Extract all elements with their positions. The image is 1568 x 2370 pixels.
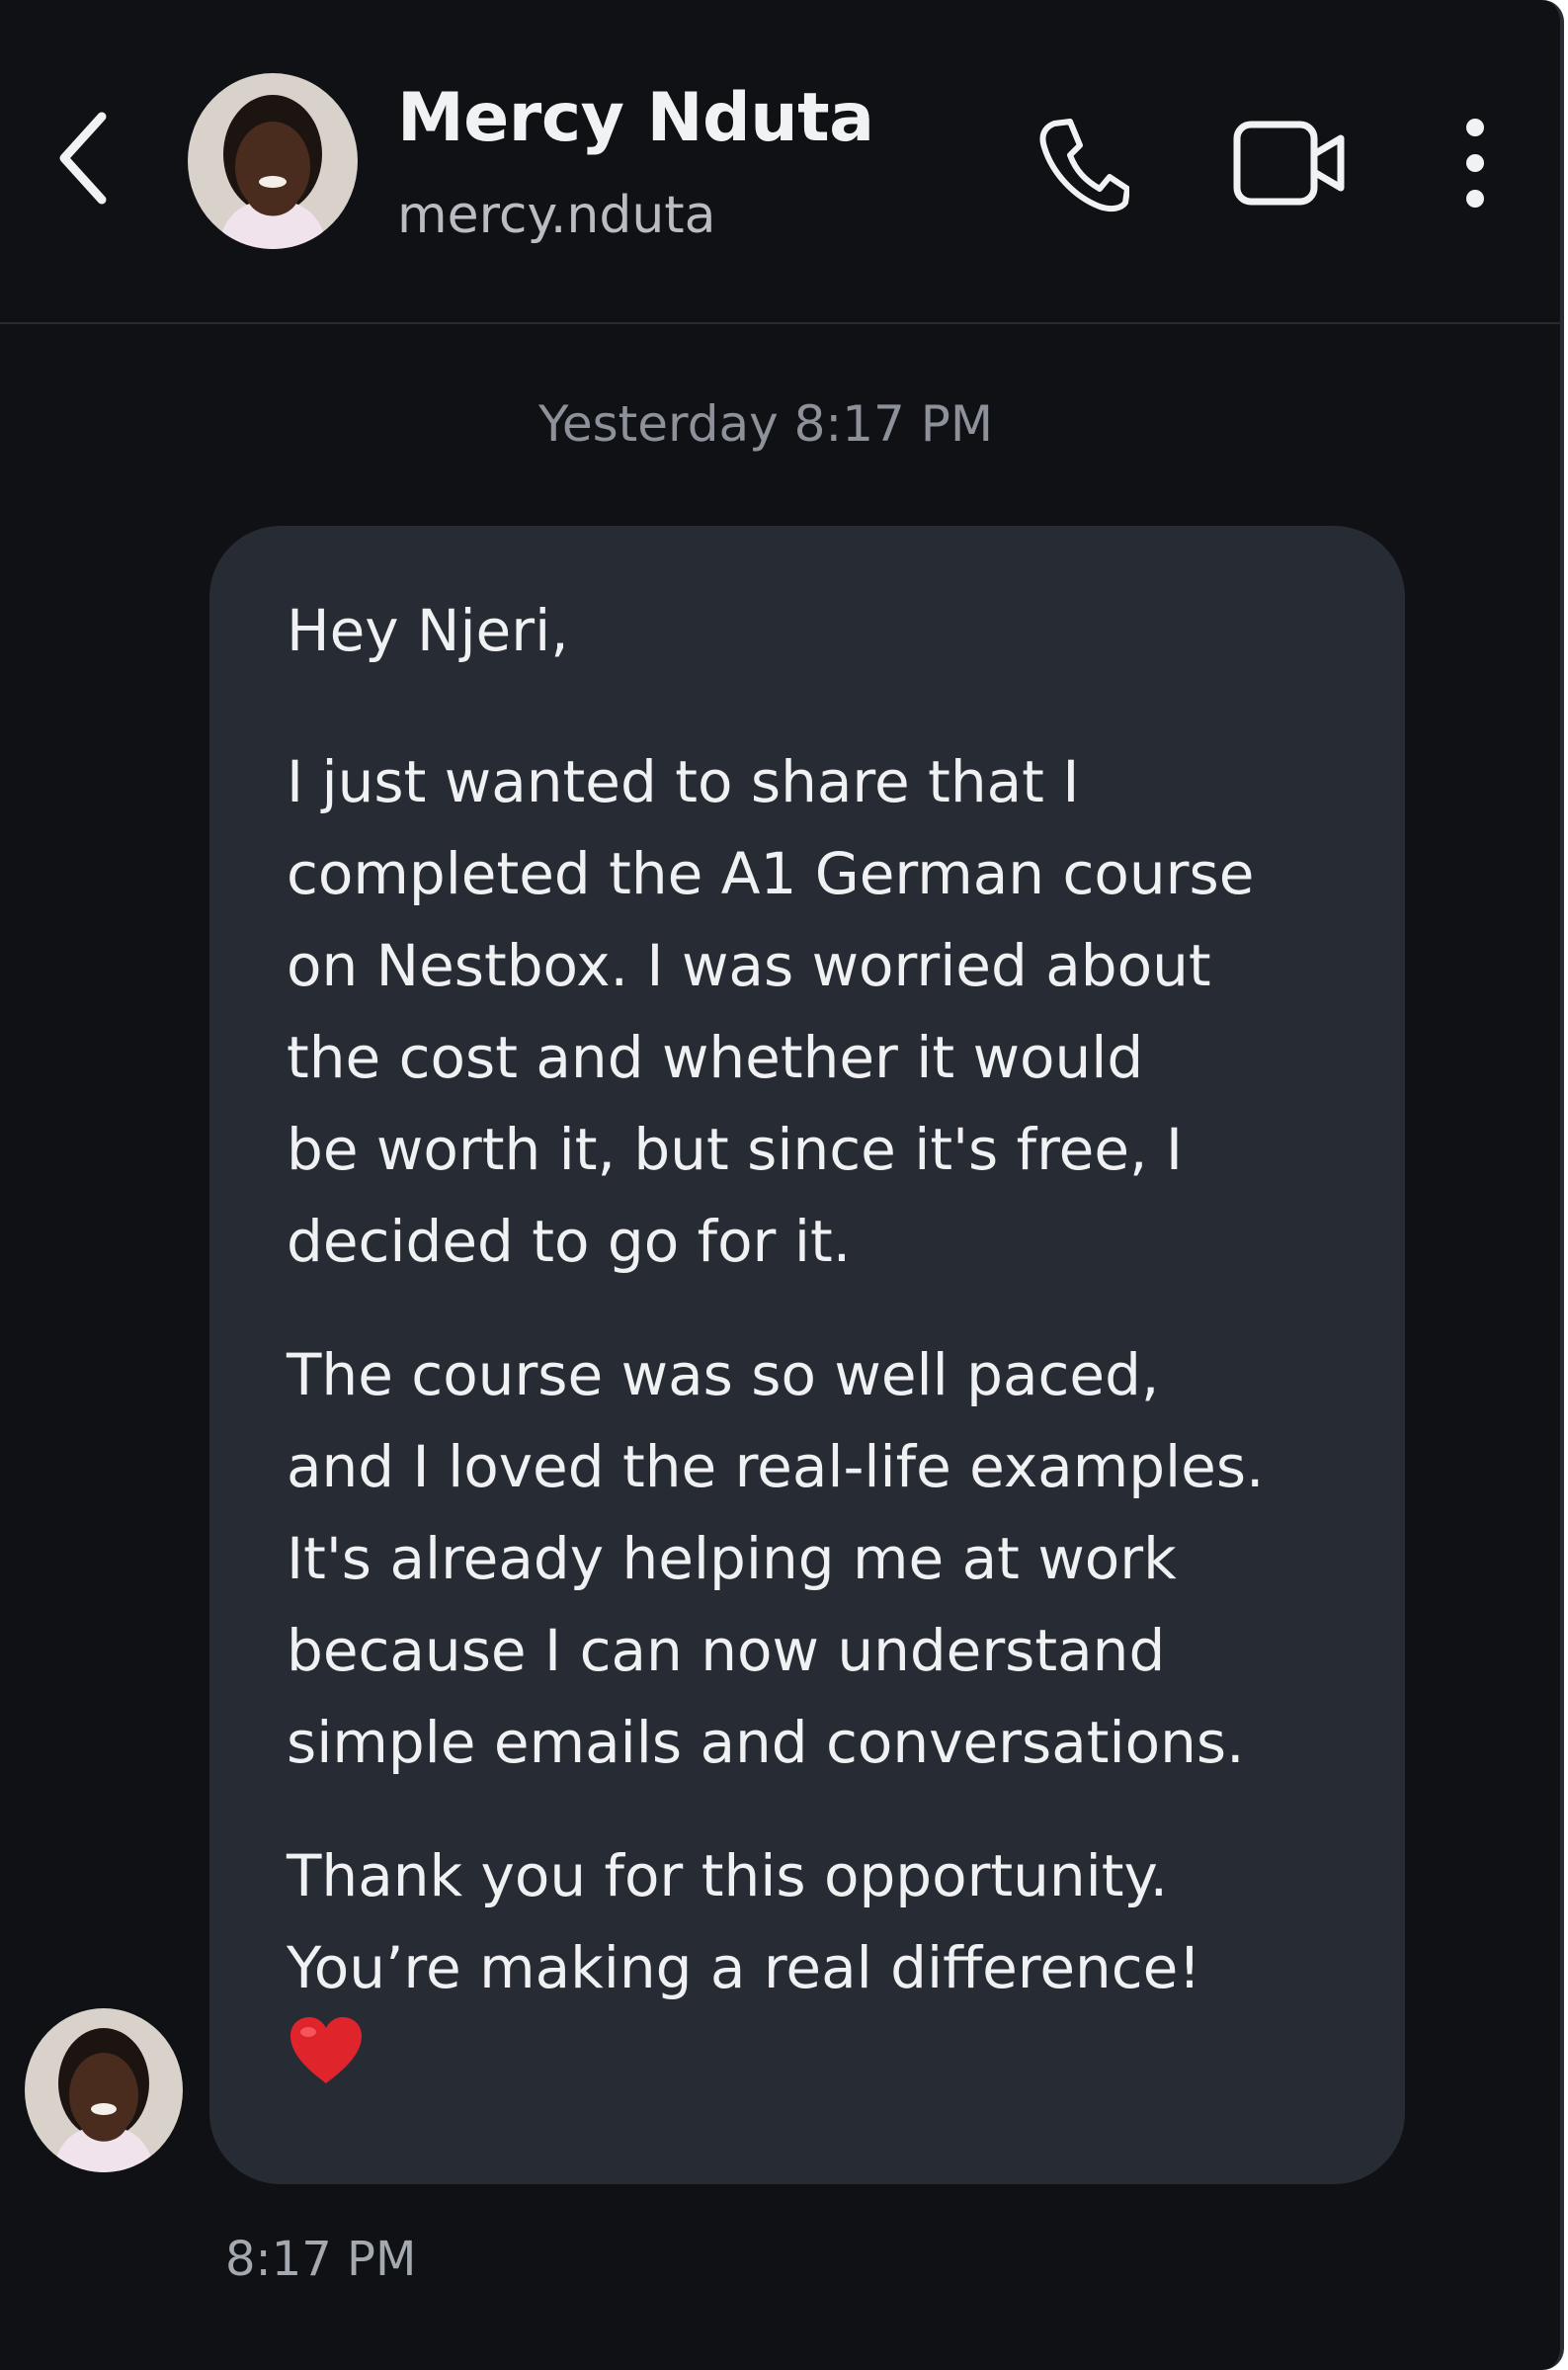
chevron-left-icon: [59, 112, 107, 205]
contact-handle: mercy.nduta: [397, 186, 716, 245]
video-call-button[interactable]: [1223, 104, 1357, 222]
message-paragraph: Thank you for this opportunity. You’re m…: [287, 1842, 1201, 2001]
avatar-photo: [25, 2008, 183, 2172]
chat-header: Mercy Nduta mercy.nduta: [0, 0, 1560, 324]
phone-icon: [1039, 119, 1129, 212]
more-options-button[interactable]: [1438, 99, 1512, 227]
sender-avatar[interactable]: [25, 2008, 183, 2172]
contact-avatar[interactable]: [188, 73, 358, 249]
message-greeting: Hey Njeri,: [287, 597, 569, 664]
message-bubble[interactable]: Hey Njeri, I just wanted to share that I…: [209, 526, 1405, 2184]
contact-name[interactable]: Mercy Nduta: [397, 79, 874, 157]
video-camera-icon: [1233, 121, 1344, 206]
more-vertical-icon: [1465, 119, 1484, 208]
heart-emoji-icon: [287, 2014, 366, 2114]
message-time: 8:17 PM: [225, 2232, 417, 2287]
date-divider: Yesterday 8:17 PM: [537, 395, 994, 453]
chat-screen: Mercy Nduta mercy.nduta Yesterday 8:17 P…: [0, 0, 1564, 2370]
voice-call-button[interactable]: [1028, 104, 1136, 222]
avatar-photo: [188, 73, 358, 249]
back-button[interactable]: [40, 94, 128, 222]
message-paragraph: The course was so well paced, and I love…: [287, 1341, 1265, 1776]
message-paragraph: I just wanted to share that I completed …: [287, 748, 1255, 1275]
